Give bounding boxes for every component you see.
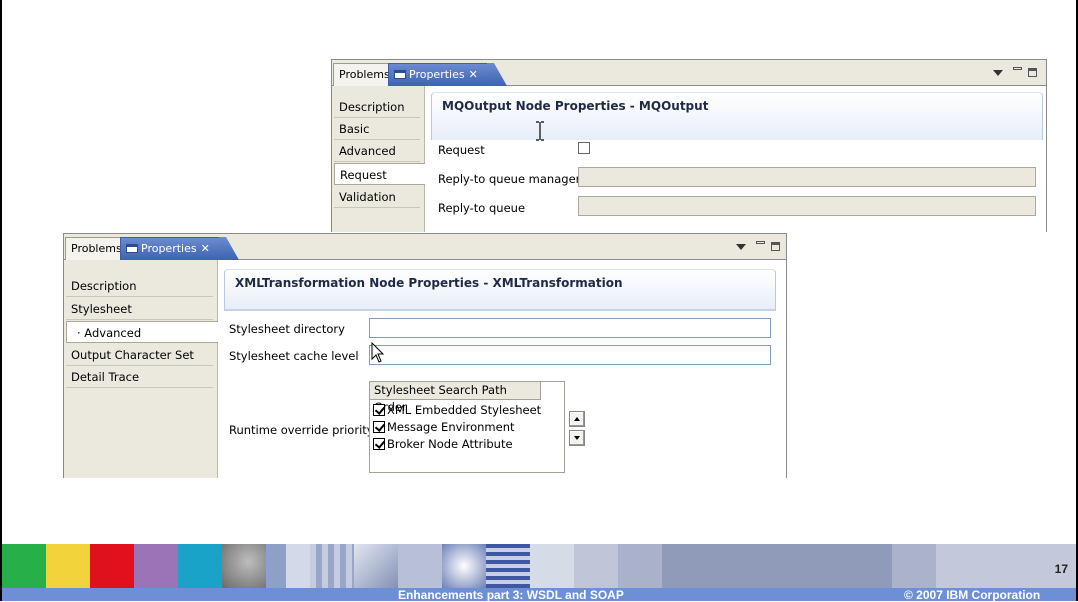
color-block [46, 544, 90, 588]
sidebar-item-request[interactable]: Request [334, 163, 425, 185]
arrow-up-icon [574, 417, 580, 421]
table-row[interactable]: Message Environment [373, 420, 515, 436]
row-label: Broker Node Attribute [387, 437, 513, 451]
reply-qmgr-field[interactable] [578, 167, 1036, 187]
tab-problems-label: Problems [339, 68, 390, 81]
color-block [530, 544, 574, 588]
checked-icon[interactable] [373, 404, 385, 416]
photo-block [398, 544, 442, 588]
maximize-icon[interactable] [1028, 68, 1037, 77]
footer-image-strip [2, 544, 1076, 588]
tab-curve [219, 237, 239, 260]
footer-title: Enhancements part 3: WSDL and SOAP [398, 588, 624, 602]
minimize-icon[interactable] [756, 241, 765, 244]
minimize-icon[interactable] [1013, 67, 1022, 70]
photo-block [266, 544, 310, 588]
sidebar-item-advanced[interactable]: · Advanced [66, 321, 218, 343]
close-icon[interactable]: ✕ [201, 242, 210, 255]
photo-block [486, 544, 530, 588]
color-block [90, 544, 134, 588]
reply-queue-label: Reply-to queue [438, 201, 526, 215]
stylesheet-dir-label: Stylesheet directory [229, 322, 345, 336]
stylesheet-dir-field[interactable] [369, 318, 771, 338]
view-menu-icon[interactable] [736, 244, 746, 250]
sidebar-item-detail-trace[interactable]: Detail Trace [66, 366, 213, 388]
sidebar-item-advanced[interactable]: Advanced [334, 140, 420, 162]
row-label: XML Embedded Stylesheet [387, 403, 542, 417]
close-icon[interactable]: ✕ [469, 68, 478, 81]
tab-properties-label: Properties [141, 242, 197, 255]
row-label: Message Environment [387, 420, 515, 434]
photo-block [354, 544, 398, 588]
tab-curve [487, 63, 507, 86]
arrow-down-icon [574, 436, 580, 440]
runtime-priority-label: Runtime override priority [229, 423, 374, 437]
sidebar-item-description[interactable]: Description [334, 96, 420, 118]
stylesheet-cache-label: Stylesheet cache level [229, 349, 359, 363]
xml-sidebar: Description Stylesheet · Advanced Output… [64, 260, 218, 478]
stylesheet-cache-field[interactable] [369, 345, 771, 365]
xml-section-header: XMLTransformation Node Properties - XMLT… [224, 269, 776, 311]
mq-section-header: MQOutput Node Properties - MQOutput [431, 92, 1043, 140]
properties-icon [394, 70, 406, 79]
request-label: Request [438, 143, 485, 157]
photo-block [310, 544, 354, 588]
color-block [618, 544, 662, 588]
xml-view-tabbar: Problems Properties ✕ [64, 234, 786, 260]
arrow-cursor-icon [371, 342, 385, 363]
sidebar-item-output-charset[interactable]: Output Character Set [66, 344, 213, 366]
request-checkbox[interactable] [578, 142, 590, 154]
photo-block [442, 544, 486, 588]
checked-icon[interactable] [373, 421, 385, 433]
tab-problems-label: Problems [71, 242, 122, 255]
mq-properties-view: Problems Properties ✕ Description Basic A… [331, 59, 1047, 232]
color-block [892, 544, 936, 588]
checked-icon[interactable] [373, 438, 385, 450]
color-block [134, 544, 178, 588]
properties-icon [126, 244, 138, 253]
footer-copyright: © 2007 IBM Corporation [904, 588, 1041, 602]
color-block [662, 544, 892, 588]
color-block [574, 544, 618, 588]
search-path-table[interactable]: Stylesheet Search Path Order XML Embedde… [369, 381, 565, 473]
move-down-button[interactable] [569, 430, 585, 446]
color-block [2, 544, 46, 588]
page-number: 17 [1054, 562, 1068, 576]
view-menu-icon[interactable] [993, 70, 1003, 76]
photo-block [222, 544, 266, 588]
tab-properties[interactable]: Properties ✕ [120, 237, 220, 260]
sidebar-item-basic[interactable]: Basic [334, 118, 420, 140]
mq-sidebar: Description Basic Advanced Request Valid… [332, 86, 425, 232]
maximize-icon[interactable] [771, 242, 780, 251]
color-block [178, 544, 222, 588]
tab-problems[interactable]: Problems [65, 237, 128, 260]
table-row[interactable]: Broker Node Attribute [373, 437, 513, 453]
mq-view-tabbar: Problems Properties ✕ [332, 60, 1046, 86]
tab-properties[interactable]: Properties ✕ [388, 63, 488, 86]
sidebar-item-description[interactable]: Description [66, 275, 213, 297]
table-row[interactable]: XML Embedded Stylesheet [373, 403, 541, 419]
tab-properties-label: Properties [409, 68, 465, 81]
reply-queue-field[interactable] [578, 196, 1036, 216]
move-up-button[interactable] [569, 411, 585, 427]
reply-qmgr-label: Reply-to queue manager [438, 172, 581, 186]
text-cursor-icon [536, 121, 544, 141]
search-path-header: Stylesheet Search Path Order [370, 382, 541, 414]
sidebar-item-validation[interactable]: Validation [334, 186, 420, 208]
xml-properties-view: Problems Properties ✕ Description Stylesh… [63, 233, 787, 478]
tab-problems[interactable]: Problems [333, 63, 396, 86]
sidebar-item-stylesheet[interactable]: Stylesheet [66, 298, 213, 320]
